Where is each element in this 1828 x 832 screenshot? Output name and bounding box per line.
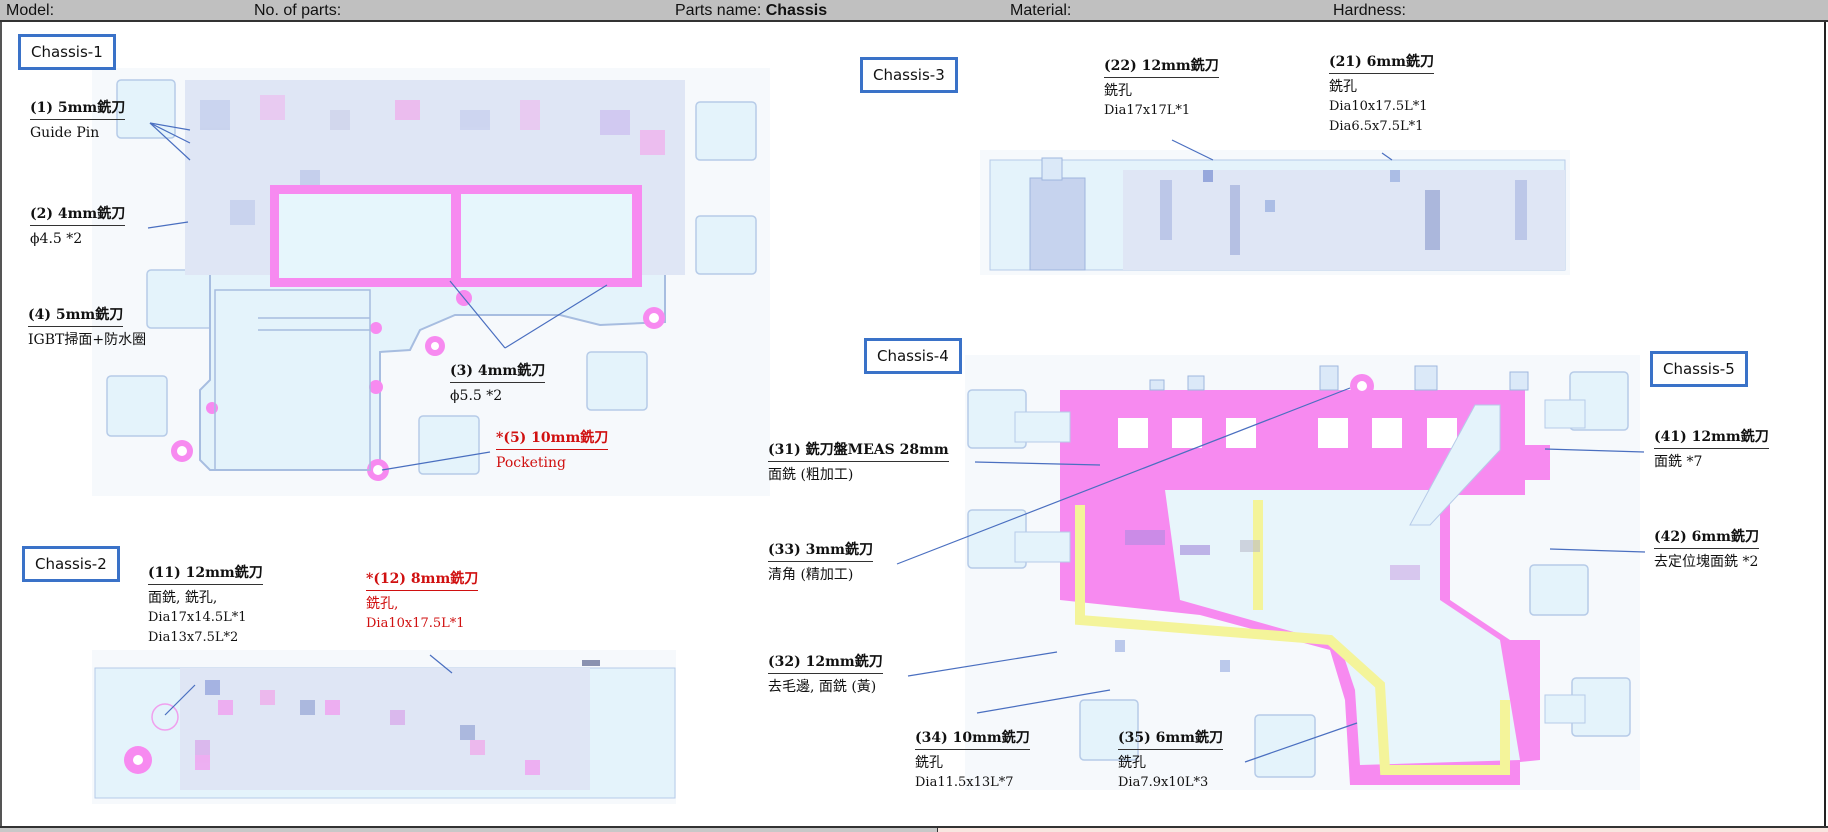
annotation-tool-33: (33) 3mm銑刀 清角 (精加工) xyxy=(768,540,873,585)
annotation-tool-41: (41) 12mm銑刀 面銑 *7 xyxy=(1654,427,1769,472)
annotation-tool-11: (11) 12mm銑刀 面銑, 銑孔, Dia17x14.5L*1 Dia13x… xyxy=(148,563,263,648)
tool-note: Pocketing xyxy=(496,455,566,471)
annotation-tool-12: *(12) 8mm銑刀 銑孔, Dia10x17.5L*1 xyxy=(366,569,479,634)
tool-note: 面銑 *7 xyxy=(1654,454,1703,470)
tool-title: (21) 6mm銑刀 xyxy=(1329,52,1434,74)
tool-note: 清角 (精加工) xyxy=(768,567,854,583)
tool-title: (42) 6mm銑刀 xyxy=(1654,527,1759,549)
tool-title: (3) 4mm銑刀 xyxy=(450,361,546,383)
annotation-tool-5: *(5) 10mm銑刀 Pocketing xyxy=(496,428,609,473)
tool-title: (1) 5mm銑刀 xyxy=(30,98,126,120)
tool-note: ϕ4.5 *2 xyxy=(30,231,83,247)
tool-note: Guide Pin xyxy=(30,125,100,141)
tool-note: Dia13x7.5L*2 xyxy=(148,630,239,645)
tool-title: (41) 12mm銑刀 xyxy=(1654,427,1769,449)
tool-note: Dia7.9x10L*3 xyxy=(1118,775,1209,790)
tool-note: Dia17x17L*1 xyxy=(1104,103,1191,118)
tool-note: 銑孔 xyxy=(1118,755,1146,771)
tool-note: 去定位塊面銑 *2 xyxy=(1654,554,1759,570)
tool-title: (31) 銑刀盤MEAS 28mm xyxy=(768,440,949,462)
view-label-chassis-2: Chassis-2 xyxy=(22,546,120,582)
tool-note: Dia11.5x13L*7 xyxy=(915,775,1014,790)
tool-note: 銑孔 xyxy=(915,755,943,771)
annotation-tool-2: (2) 4mm銑刀 ϕ4.5 *2 xyxy=(30,204,126,249)
annotation-tool-32: (32) 12mm銑刀 去毛邊, 面銑 (黃) xyxy=(768,652,883,697)
annotation-tool-35: (35) 6mm銑刀 銑孔 Dia7.9x10L*3 xyxy=(1118,728,1223,793)
tool-title: (35) 6mm銑刀 xyxy=(1118,728,1223,750)
footer-bar-left xyxy=(0,826,937,832)
tool-note: 銑孔, xyxy=(366,596,399,612)
annotation-tool-42: (42) 6mm銑刀 去定位塊面銑 *2 xyxy=(1654,527,1759,572)
tool-title: (22) 12mm銑刀 xyxy=(1104,56,1219,78)
annotation-tool-22: (22) 12mm銑刀 銑孔 Dia17x17L*1 xyxy=(1104,56,1219,121)
tool-note: IGBT掃面+防水圈 xyxy=(28,332,147,348)
tool-note: 面銑 (粗加工) xyxy=(768,467,854,483)
tool-title: (33) 3mm銑刀 xyxy=(768,540,873,562)
tool-title: (34) 10mm銑刀 xyxy=(915,728,1030,750)
tool-note: ϕ5.5 *2 xyxy=(450,388,503,404)
annotation-tool-1: (1) 5mm銑刀 Guide Pin xyxy=(30,98,126,143)
tool-note: Dia6.5x7.5L*1 xyxy=(1329,119,1424,134)
tool-note: 面銑, 銑孔, xyxy=(148,590,218,606)
tool-title: *(5) 10mm銑刀 xyxy=(496,428,609,450)
chassis-2-drawing xyxy=(92,650,676,804)
tool-title: *(12) 8mm銑刀 xyxy=(366,569,479,591)
footer-bar-right xyxy=(937,826,1828,832)
tool-note: 銑孔 xyxy=(1104,83,1132,99)
cad-drawings xyxy=(92,68,1646,804)
tool-note: 去毛邊, 面銑 (黃) xyxy=(768,679,877,695)
chassis-1-drawing xyxy=(92,68,770,496)
annotation-tool-34: (34) 10mm銑刀 銑孔 Dia11.5x13L*7 xyxy=(915,728,1030,793)
view-label-chassis-3: Chassis-3 xyxy=(860,57,958,93)
annotation-tool-4: (4) 5mm銑刀 IGBT掃面+防水圈 xyxy=(28,305,146,350)
annotation-tool-21: (21) 6mm銑刀 銑孔 Dia10x17.5L*1 Dia6.5x7.5L*… xyxy=(1329,52,1434,137)
tool-note: Dia10x17.5L*1 xyxy=(1329,99,1428,114)
tool-title: (11) 12mm銑刀 xyxy=(148,563,263,585)
chassis-4-drawing xyxy=(965,355,1640,790)
annotation-tool-3: (3) 4mm銑刀 ϕ5.5 *2 xyxy=(450,361,546,406)
annotation-tool-31: (31) 銑刀盤MEAS 28mm 面銑 (粗加工) xyxy=(768,440,949,485)
view-label-chassis-1: Chassis-1 xyxy=(18,34,116,70)
tool-note: 銑孔 xyxy=(1329,79,1357,95)
tool-title: (4) 5mm銑刀 xyxy=(28,305,124,327)
chassis-3-drawing xyxy=(980,150,1570,275)
view-label-chassis-4: Chassis-4 xyxy=(864,338,962,374)
tool-title: (2) 4mm銑刀 xyxy=(30,204,126,226)
tool-title: (32) 12mm銑刀 xyxy=(768,652,883,674)
tool-note: Dia10x17.5L*1 xyxy=(366,616,465,631)
view-label-chassis-5: Chassis-5 xyxy=(1650,351,1748,387)
tool-note: Dia17x14.5L*1 xyxy=(148,610,247,625)
